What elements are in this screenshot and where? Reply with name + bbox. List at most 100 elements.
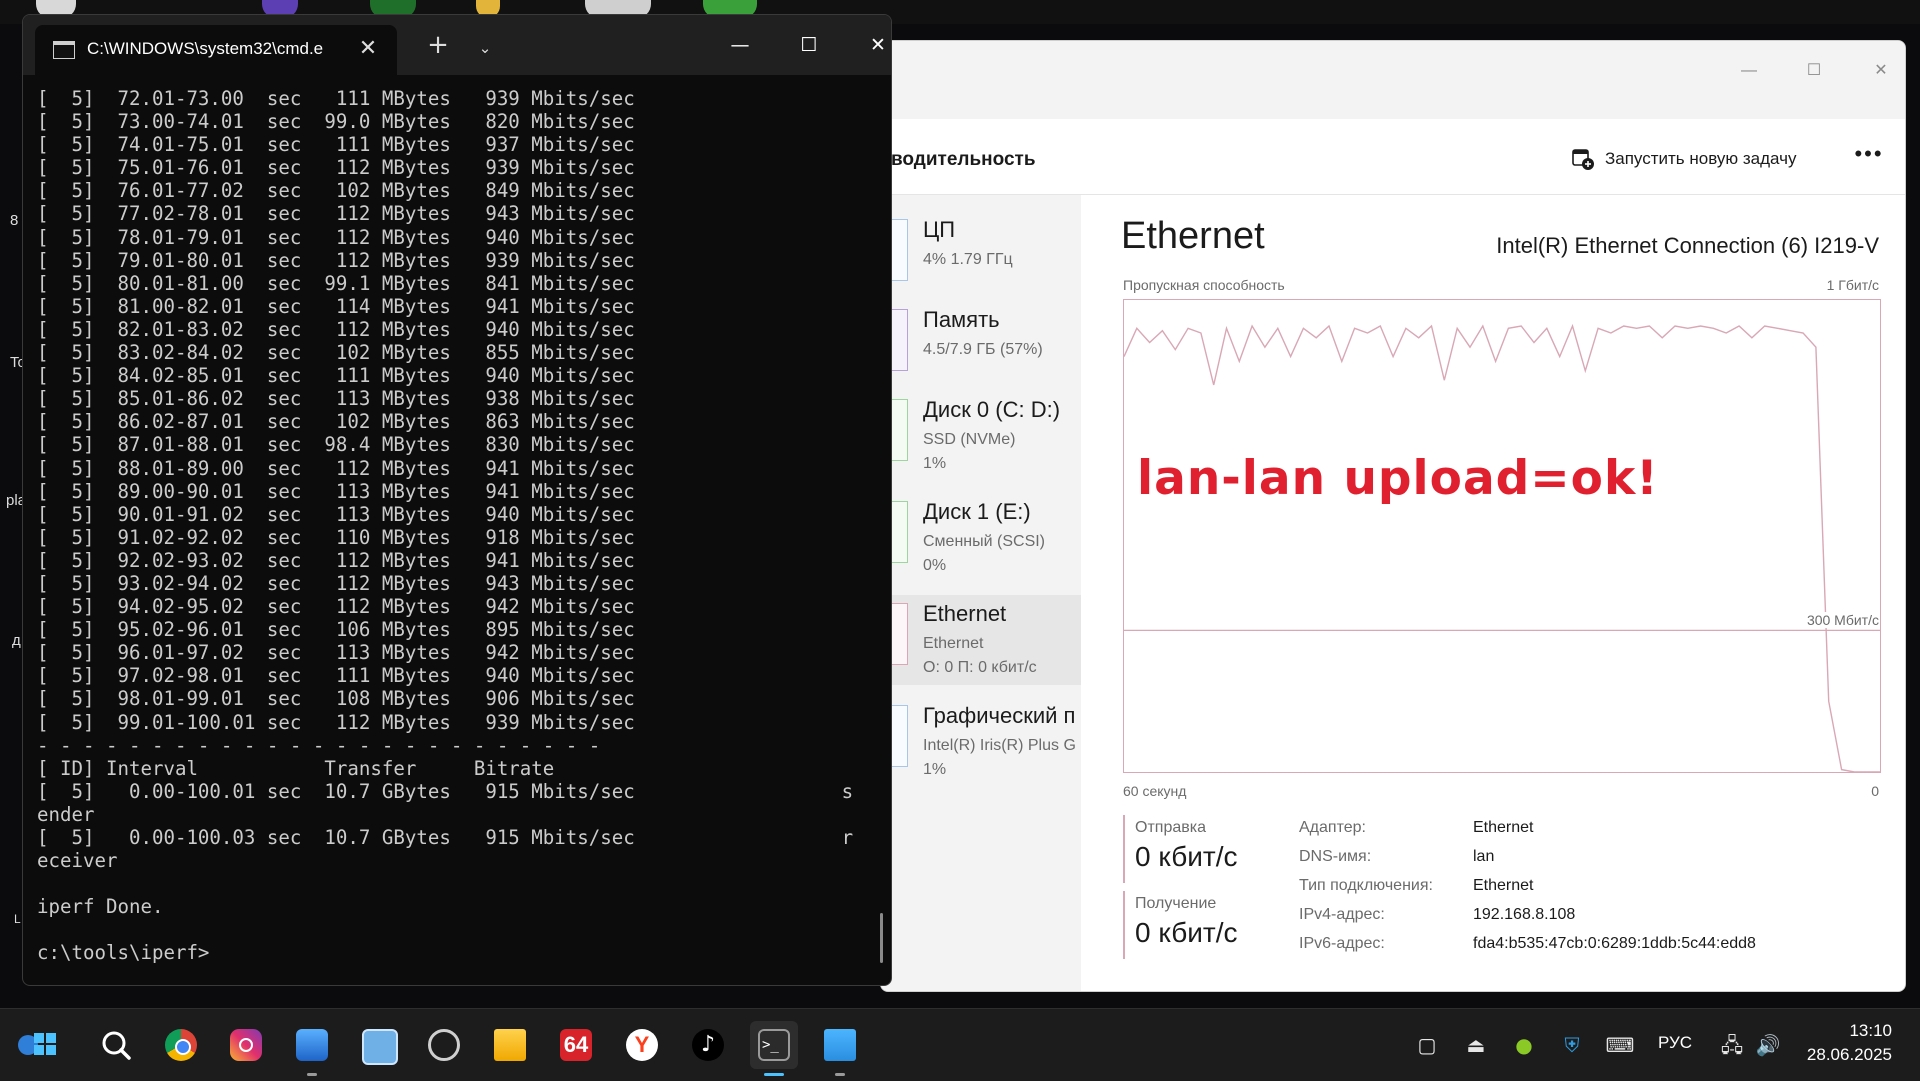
terminal-line: [ 5] 76.01-77.02 sec 102 MBytes 849 Mbit… [37, 179, 635, 203]
show-desktop-icon[interactable]: ▢ [1411, 1029, 1443, 1061]
terminal-line: [ 5] 87.01-88.01 sec 98.4 MBytes 830 Mbi… [37, 433, 635, 457]
receive-value: 0 кбит/с [1135, 917, 1238, 948]
new-task-button[interactable]: Запустить новую задачу [1571, 141, 1796, 177]
send-label: Отправка [1135, 819, 1206, 836]
network-icon[interactable]: 🖧 [1716, 1029, 1748, 1061]
taskbar-app-yandex-browser[interactable]: Y [618, 1021, 666, 1069]
sidebar-item-label: Диск 0 (C: D:) [923, 397, 1061, 422]
taskbar-app-aida64[interactable]: 64 [552, 1021, 600, 1069]
taskbar-app-tiktok[interactable]: ♪ [684, 1021, 732, 1069]
adapter-info: Адаптер: Ethernet DNS-имя: lan Тип подключ… [1299, 819, 1756, 964]
desktop-label: 8 [10, 212, 19, 229]
taskbar-app-notepad[interactable] [816, 1021, 864, 1076]
info-value: 192.168.8.108 [1473, 906, 1576, 923]
maximize-button[interactable]: ☐ [786, 27, 832, 63]
minimize-button[interactable]: — [717, 27, 763, 63]
page-title: водительность [891, 149, 1036, 170]
graph-time-label: 60 секунд [1123, 783, 1187, 799]
close-tab-icon[interactable]: ✕ [353, 35, 383, 65]
terminal-line: [ 5] 74.01-75.01 sec 111 MBytes 937 Mbit… [37, 133, 635, 157]
more-options-button[interactable]: ••• [1849, 139, 1889, 175]
info-row: IPv4-адрес: 192.168.8.108 [1299, 906, 1756, 935]
taskbar-app-terminal[interactable]: >_ [750, 1021, 798, 1076]
terminal-line: [ 5] 73.00-74.01 sec 99.0 MBytes 820 Mbi… [37, 110, 635, 134]
terminal-line: - - - - - - - - - - - - - - - - - - - - … [37, 733, 601, 757]
desktop-label: д [12, 632, 21, 649]
resource-sidebar: ЦП 4% 1.79 ГГц Память 4.5/7.9 ГБ (57%) Д… [881, 195, 1081, 991]
terminal-window: C:\WINDOWS\system32\cmd.exe ✕ + ⌄ — ☐ ✕ … [22, 14, 892, 986]
clock-date: 28.06.2025 [1806, 1045, 1892, 1064]
start-button[interactable] [12, 1021, 60, 1069]
graph-zero-label: 0 [1871, 783, 1879, 799]
folder-icon [494, 1029, 526, 1061]
chrome-icon-center [175, 1039, 191, 1055]
chevron-down-icon[interactable]: ⌄ [470, 33, 500, 63]
sidebar-item-disk1[interactable]: Диск 1 (E:) Сменный (SCSI) 0% [881, 493, 1081, 583]
sidebar-item-detail: Сменный (SCSI) [923, 533, 1046, 550]
volume-icon[interactable]: 🔊 [1752, 1029, 1784, 1061]
overlay-annotation: lan-lan upload=ok! [1137, 451, 1659, 506]
running-indicator [764, 1073, 784, 1076]
language-indicator[interactable]: РУС [1658, 1033, 1692, 1053]
terminal-line: [ 5] 82.01-83.02 sec 112 MBytes 940 Mbit… [37, 317, 635, 341]
adapter-name: Intel(R) Ethernet Connection (6) I219-V [1496, 233, 1879, 258]
clock[interactable]: 13:10 28.06.2025 [1807, 1021, 1892, 1065]
yandex-browser-icon: Y [626, 1029, 658, 1061]
sidebar-item-usage: 1% [923, 761, 947, 778]
taskbar-app-speedtest[interactable] [420, 1021, 468, 1069]
info-key: Адаптер: [1299, 819, 1366, 836]
sidebar-item-usage: 0% [923, 557, 947, 574]
graph-label: Пропускная способность [1123, 277, 1285, 293]
terminal-line: [ 5] 95.02-96.01 sec 106 MBytes 895 Mbit… [37, 618, 635, 642]
terminal-line: [ 5] 89.00-90.01 sec 113 MBytes 941 Mbit… [37, 479, 635, 503]
search-button[interactable] [92, 1021, 140, 1069]
keyboard-icon[interactable]: ⌨ [1604, 1029, 1636, 1061]
sidebar-item-usage: 1% [923, 455, 947, 472]
taskbar: 64 Y ♪ >_ ▢ ⏏ ● ⛨ ⌨ РУС 🖧 🔊 13:10 28.06.… [0, 1008, 1920, 1081]
send-value: 0 кбит/с [1135, 841, 1238, 872]
sidebar-item-disk0[interactable]: Диск 0 (C: D:) SSD (NVMe) 1% [881, 391, 1081, 481]
security-shield-icon[interactable]: ⛨ [1556, 1029, 1588, 1061]
control-panel-icon [362, 1029, 398, 1065]
taskbar-app-chrome[interactable] [157, 1021, 205, 1069]
sidebar-item-memory[interactable]: Память 4.5/7.9 ГБ (57%) [881, 301, 1081, 391]
terminal-line: [ 5] 90.01-91.02 sec 113 MBytes 940 Mbit… [37, 502, 635, 526]
terminal-output[interactable]: [ 5] 72.01-73.00 sec 111 MBytes 939 Mbit… [37, 87, 877, 975]
sidebar-item-ethernet[interactable]: Ethernet Ethernet О: 0 П: 0 кбит/с [881, 595, 1081, 685]
terminal-line: [ 5] 93.02-94.02 sec 112 MBytes 943 Mbit… [37, 571, 635, 595]
info-value: fda4:b535:47cb:0:6289:1ddb:5c44:edd8 [1473, 935, 1756, 952]
info-value: Ethernet [1473, 819, 1534, 836]
antivirus-icon[interactable]: ● [1508, 1029, 1540, 1061]
terminal-tabbar[interactable]: C:\WINDOWS\system32\cmd.exe ✕ + ⌄ — ☐ ✕ [23, 15, 891, 75]
close-button[interactable]: ✕ [855, 27, 891, 63]
usb-drive-icon[interactable]: ⏏ [1460, 1029, 1492, 1061]
windows-start-icon [18, 1033, 56, 1055]
sidebar-item-detail: Ethernet [923, 635, 984, 652]
terminal-scrollbar[interactable] [880, 913, 883, 963]
info-key: IPv6-адрес: [1299, 935, 1385, 952]
cmd-icon [53, 41, 75, 59]
terminal-line: [ ID] Interval Transfer Bitrate [37, 756, 555, 780]
sidebar-item-detail: SSD (NVMe) [923, 431, 1016, 448]
taskbar-app-file-explorer[interactable] [486, 1021, 534, 1069]
sidebar-item-detail: 4% 1.79 ГГц [923, 251, 1013, 268]
info-row: Адаптер: Ethernet [1299, 819, 1756, 848]
info-row: Тип подключения: Ethernet [1299, 877, 1756, 906]
terminal-line: [ 5] 97.02-98.01 sec 111 MBytes 940 Mbit… [37, 664, 635, 688]
terminal-tab[interactable]: C:\WINDOWS\system32\cmd.exe ✕ [35, 25, 397, 75]
receive-stat: Получение 0 кбит/с [1123, 891, 1315, 959]
throughput-graph [1123, 299, 1881, 773]
taskbar-app-instagram[interactable] [222, 1021, 270, 1069]
task-manager-header: водительность Запустить новую задачу ••• [881, 41, 1905, 195]
taskbar-app-photos[interactable] [288, 1021, 336, 1076]
clock-time: 13:10 [1849, 1021, 1892, 1040]
search-icon [102, 1031, 131, 1060]
send-series-line [1124, 323, 1880, 772]
photos-icon [296, 1029, 328, 1061]
terminal-line: [ 5] 86.02-87.01 sec 102 MBytes 863 Mbit… [37, 410, 635, 434]
new-tab-button[interactable]: + [418, 29, 458, 65]
taskbar-app-control-panel[interactable] [354, 1021, 402, 1069]
sidebar-item-gpu[interactable]: Графический п Intel(R) Iris(R) Plus G 1% [881, 697, 1081, 787]
terminal-line: c:\tools\iperf> [37, 941, 210, 965]
sidebar-item-cpu[interactable]: ЦП 4% 1.79 ГГц [881, 211, 1081, 301]
